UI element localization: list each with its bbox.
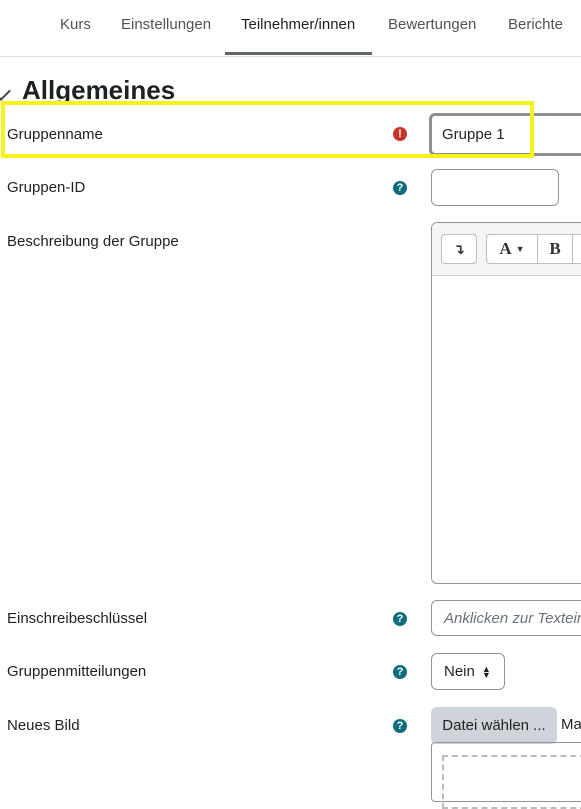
caret-down-icon: ▼ (515, 244, 525, 254)
group-messaging-label: Gruppenmitteilungen (7, 663, 147, 680)
select-arrows-icon: ▲ ▼ (481, 663, 491, 680)
description-editor[interactable]: ↴ A ▼ B (431, 222, 581, 584)
group-messaging-value: Nein (444, 663, 475, 680)
enrol-key-label: Einschreibeschlüssel (7, 610, 148, 627)
toolbar-collapse-button[interactable]: ↴ (441, 234, 477, 264)
file-dropzone[interactable] (431, 742, 581, 809)
bold-button[interactable]: B (537, 234, 573, 264)
toolbar-more-button[interactable] (572, 234, 581, 264)
active-tab-indicator (225, 52, 372, 55)
enrol-key-input[interactable]: Anklicken zur Texteing (431, 600, 581, 636)
collapse-chevron-icon[interactable] (0, 81, 11, 101)
tab-teilnehmer[interactable]: Teilnehmer/innen (241, 16, 355, 33)
question-icon[interactable]: ? (393, 612, 407, 626)
secondary-navigation: Kurs Einstellungen Teilnehmer/innen Bewe… (0, 0, 581, 57)
group-id-input[interactable] (431, 169, 559, 206)
font-style-button[interactable]: A ▼ (486, 234, 538, 264)
enrol-key-placeholder: Anklicken zur Texteing (444, 609, 581, 627)
tab-einstellungen[interactable]: Einstellungen (121, 16, 211, 33)
max-size-text: Ma (561, 716, 581, 733)
group-name-label: Gruppenname (7, 126, 103, 143)
group-messaging-select[interactable]: Nein ▲ ▼ (431, 653, 505, 690)
tab-berichte[interactable]: Berichte (508, 16, 563, 33)
choose-file-button[interactable]: Datei wählen ... (431, 707, 557, 744)
section-title: Allgemeines (22, 75, 176, 105)
group-name-value: Gruppe 1 (442, 126, 505, 143)
group-name-input[interactable]: Gruppe 1 (429, 113, 581, 156)
question-icon[interactable]: ? (393, 719, 407, 733)
question-icon[interactable]: ? (393, 181, 407, 195)
editor-toolbar: ↴ A ▼ B (432, 223, 581, 276)
font-icon: A (499, 239, 512, 258)
new-image-label: Neues Bild (7, 717, 80, 734)
description-label: Beschreibung der Gruppe (7, 233, 179, 250)
dropzone-dashed-area (442, 755, 581, 809)
tab-bewertungen[interactable]: Bewertungen (388, 16, 476, 33)
group-id-label: Gruppen-ID (7, 179, 86, 196)
exclamation-icon: ! (393, 127, 407, 141)
tab-kurs[interactable]: Kurs (60, 16, 91, 33)
question-icon[interactable]: ? (393, 665, 407, 679)
